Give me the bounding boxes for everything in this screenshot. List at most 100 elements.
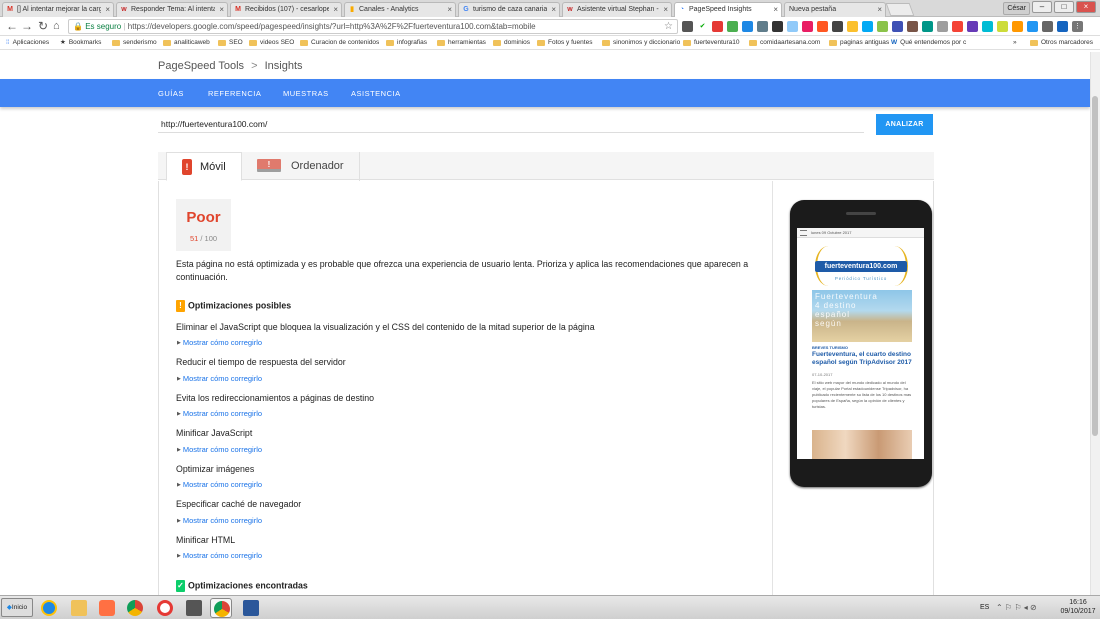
extension-icon[interactable] [907,21,918,32]
bookmark-folder[interactable]: dominios [493,36,530,49]
close-tab-icon[interactable]: × [773,3,778,16]
rule-title[interactable]: Minificar JavaScript [176,428,252,438]
home-icon[interactable]: ⌂ [53,19,60,33]
extension-icon[interactable] [997,21,1008,32]
bookmark-folder[interactable]: videos SEO [249,36,294,49]
extension-icon[interactable] [892,21,903,32]
extension-icon[interactable] [787,21,798,32]
extension-icon[interactable] [1042,21,1053,32]
bookmark-folder[interactable]: Curacion de contenidos [300,36,379,49]
extension-icon[interactable] [1057,21,1068,32]
browser-tab-active[interactable]: ◔ PageSpeed Insights × [674,2,782,17]
ie-app[interactable] [38,598,60,618]
close-tab-icon[interactable]: × [877,3,882,16]
extension-icon[interactable] [712,21,723,32]
minimize-icon[interactable]: – [1032,1,1052,13]
analyze-button[interactable]: ANALIZAR [876,114,933,135]
chrome-app[interactable] [124,598,146,618]
rule-title[interactable]: Reducir el tiempo de respuesta del servi… [176,357,346,367]
extension-icon[interactable] [937,21,948,32]
explorer-app[interactable] [68,598,90,618]
language-indicator[interactable]: ES [980,604,989,611]
extension-icon[interactable] [727,21,738,32]
close-tab-icon[interactable]: × [333,3,338,16]
new-tab-button[interactable] [885,3,915,16]
more-bookmarks-button[interactable]: » [1013,36,1017,49]
bookmark-folder[interactable]: herramientas [437,36,486,49]
nav-support[interactable]: ASISTENCIA [351,89,401,98]
address-bar[interactable]: 🔒 Es seguro | https://developers.google.… [68,19,678,34]
bookmark-folder[interactable]: analiticaweb [163,36,210,49]
browser-tab[interactable]: M Recibidos (107) - cesarlopez × [230,2,342,17]
bookmark-folder[interactable]: Otros marcadores [1030,36,1093,49]
menu-icon[interactable]: ⋮ [1072,21,1083,32]
word-app[interactable] [240,598,262,618]
opera-app[interactable] [154,598,176,618]
browser-tab[interactable]: G turismo de caza canarias - G × [458,2,560,17]
start-button[interactable]: ◆Inicio [1,598,33,617]
close-tab-icon[interactable]: × [551,3,556,16]
forward-icon[interactable]: → [21,19,33,33]
nav-samples[interactable]: MUESTRAS [283,89,329,98]
bookmark-folder[interactable]: Fotos y fuentes [537,36,592,49]
extension-icon[interactable] [877,21,888,32]
rule-title[interactable]: Evita los redireccionamientos a páginas … [176,393,374,403]
tab-mobile[interactable]: ! Móvil [166,152,242,181]
bookmark-folder[interactable]: SEO [218,36,243,49]
atm-app[interactable] [183,598,205,618]
tab-desktop[interactable]: ! Ordenador [245,152,360,181]
bookmark-folder[interactable]: senderismo [112,36,157,49]
browser-tab[interactable]: M [] Al intentar mejorar la carga × [2,2,114,17]
extension-icon[interactable] [817,21,828,32]
bookmark-folder[interactable]: sinonimos y diccionario [602,36,680,49]
show-fix-link[interactable]: ▶ Mostrar cómo corregirlo [177,480,262,489]
maximize-icon[interactable]: □ [1054,1,1074,13]
reload-icon[interactable]: ↻ [38,19,48,33]
breadcrumb-root[interactable]: PageSpeed Tools [158,60,244,72]
rule-title[interactable]: Eliminar el JavaScript que bloquea la vi… [176,322,595,332]
extension-icon[interactable] [832,21,843,32]
back-icon[interactable]: ← [6,19,18,33]
chrome-app-active[interactable] [210,598,232,618]
media-app[interactable] [96,598,118,618]
bookmark-folder[interactable]: infografias [386,36,427,49]
tray-icons[interactable]: ⌃ ⚐ ⚐ ◂ ⊘ [996,603,1037,612]
extension-icon[interactable] [967,21,978,32]
browser-tab[interactable]: w Asistente virtual Stephan - × [562,2,672,17]
browser-tab[interactable]: Nueva pestaña × [784,2,886,17]
show-fix-link[interactable]: ▶ Mostrar cómo corregirlo [177,445,262,454]
close-tab-icon[interactable]: × [447,3,452,16]
extension-icon[interactable] [1012,21,1023,32]
bookmark-link[interactable]: W Qué entendemos por c [891,36,966,49]
extension-icon[interactable] [982,21,993,32]
extension-icon[interactable] [682,21,693,32]
extension-icon[interactable] [757,21,768,32]
show-fix-link[interactable]: ▶ Mostrar cómo corregirlo [177,409,262,418]
browser-tab[interactable]: ▮ Canales - Analytics × [344,2,456,17]
bookmark-apps[interactable]: ⁞⁞ Aplicaciones [6,36,49,49]
extension-icon[interactable] [847,21,858,32]
close-tab-icon[interactable]: × [219,3,224,16]
drive-icon[interactable] [742,21,753,32]
extension-icon[interactable] [922,21,933,32]
show-fix-link[interactable]: ▶ Mostrar cómo corregirlo [177,338,262,347]
extension-icon[interactable] [772,21,783,32]
nav-reference[interactable]: REFERENCIA [208,89,261,98]
rule-title[interactable]: Optimizar imágenes [176,464,254,474]
show-fix-link[interactable]: ▶ Mostrar cómo corregirlo [177,516,262,525]
scrollbar-thumb[interactable] [1092,96,1098,436]
extension-icon[interactable] [952,21,963,32]
url-input[interactable] [158,115,864,133]
close-tab-icon[interactable]: × [663,3,668,16]
show-fix-link[interactable]: ▶ Mostrar cómo corregirlo [177,551,262,560]
rule-title[interactable]: Minificar HTML [176,535,235,545]
browser-tab[interactable]: w Responder Tema: Al intentar × [116,2,228,17]
bookmark-folder[interactable]: fuerteventura10 [683,36,740,49]
rule-title[interactable]: Especificar caché de navegador [176,499,301,509]
extension-icon[interactable] [862,21,873,32]
extension-icon[interactable] [802,21,813,32]
close-window-icon[interactable]: × [1076,1,1096,13]
extension-icon[interactable] [1027,21,1038,32]
bookmark-folder[interactable]: comidaartesana.com [749,36,820,49]
bookmark-folder[interactable]: paginas antiguas [829,36,889,49]
